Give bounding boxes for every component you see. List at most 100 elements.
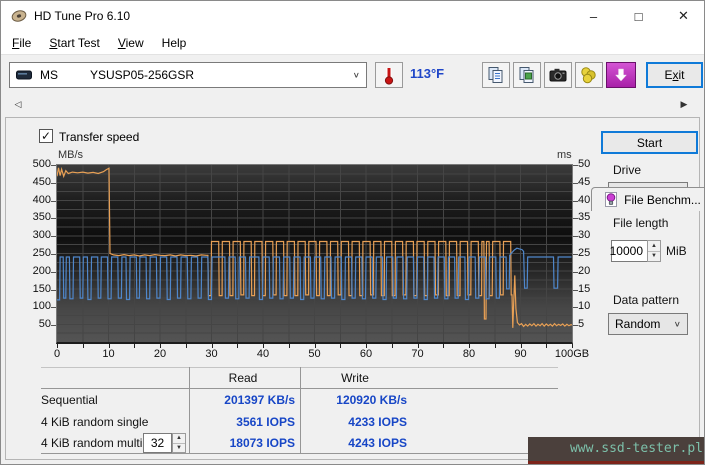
write-column-header: Write bbox=[341, 371, 369, 385]
result-row-label: Sequential bbox=[41, 393, 98, 407]
y-left-tick-mark bbox=[51, 165, 56, 166]
file-length-unit: MiB bbox=[666, 244, 687, 258]
results-divider bbox=[189, 367, 190, 453]
x-tick-label: 10 bbox=[102, 348, 115, 360]
thermometer-icon bbox=[383, 65, 395, 85]
copy-report-icon bbox=[487, 66, 505, 84]
x-tick-mark bbox=[572, 344, 573, 348]
x-tick-mark bbox=[391, 344, 393, 348]
y-left-unit-label: MB/s bbox=[58, 149, 84, 161]
result-read-value: 3561 IOPS bbox=[236, 415, 295, 429]
file-length-spinner[interactable]: ▲ ▼ bbox=[647, 240, 661, 262]
menu-bar: File Start Test View Help bbox=[1, 31, 704, 54]
y-right-tick-mark bbox=[573, 236, 578, 238]
y-right-tick-mark bbox=[573, 307, 578, 309]
chevron-down-icon: ∨ bbox=[673, 319, 681, 329]
x-tick-mark bbox=[340, 344, 342, 348]
x-tick-mark bbox=[494, 344, 496, 348]
x-tick-mark bbox=[469, 344, 470, 348]
triangle-right-icon: ▶ bbox=[680, 98, 688, 109]
x-tick-label: 30 bbox=[205, 348, 218, 360]
toolbar: MS YSUSP05-256GSR ∨ 113°F Exit bbox=[1, 54, 704, 93]
file-length-label: File length bbox=[613, 216, 669, 230]
y-right-tick-label: 30 bbox=[578, 229, 591, 242]
y-left-tick-label: 350 bbox=[32, 211, 51, 224]
results-divider bbox=[300, 367, 301, 453]
exit-button-label: Exit bbox=[664, 68, 685, 82]
drive-model: YSUSP05-256GSR bbox=[90, 68, 195, 82]
data-pattern-value: Random bbox=[615, 317, 661, 331]
tab-scroll-right-button[interactable]: ▶ bbox=[675, 95, 693, 113]
menu-item-view[interactable]: View bbox=[109, 33, 153, 53]
donate-button[interactable] bbox=[575, 62, 603, 88]
watermark: www.ssd-tester.pl bbox=[528, 437, 704, 464]
transfer-speed-checkbox[interactable]: ✓ bbox=[39, 129, 53, 143]
checkmark-icon: ✓ bbox=[40, 129, 52, 143]
file-length-input[interactable]: 10000 bbox=[609, 240, 648, 262]
spinner-up-icon[interactable]: ▲ bbox=[648, 241, 660, 252]
spinner-down-icon[interactable]: ▼ bbox=[173, 444, 185, 453]
tab-scroll-left-button[interactable]: ◁ bbox=[9, 95, 27, 113]
spinner-down-icon[interactable]: ▼ bbox=[648, 252, 660, 262]
y-left-tick-mark bbox=[51, 254, 56, 255]
copy-image-button[interactable] bbox=[513, 62, 541, 88]
x-tick-mark bbox=[263, 344, 264, 348]
y-left-tick-label: 400 bbox=[32, 193, 51, 206]
minimize-button[interactable]: – bbox=[571, 1, 616, 31]
file-length-value: 10000 bbox=[609, 244, 643, 258]
x-tick-label: 20 bbox=[153, 348, 167, 360]
app-disk-icon bbox=[11, 8, 27, 27]
y-right-tick-label: 20 bbox=[578, 264, 591, 277]
bulb-purple-icon bbox=[604, 192, 618, 207]
y-right-tick-label: 15 bbox=[578, 282, 591, 295]
y-right-tick-mark bbox=[573, 200, 578, 202]
y-left-tick-label: 50 bbox=[38, 318, 51, 331]
y-right-tick-label: 5 bbox=[578, 318, 585, 331]
queue-depth-input[interactable]: 32 bbox=[143, 433, 172, 453]
data-pattern-select[interactable]: Random ∨ bbox=[608, 313, 688, 335]
x-tick-mark bbox=[546, 344, 548, 348]
results-divider bbox=[41, 453, 558, 454]
drive-select[interactable]: MS YSUSP05-256GSR ∨ bbox=[9, 62, 367, 88]
screenshot-button[interactable] bbox=[544, 62, 572, 88]
x-tick-label: 70 bbox=[411, 348, 424, 360]
close-icon: ✕ bbox=[678, 8, 689, 23]
y-left-tick-mark bbox=[51, 182, 56, 184]
drive-field-label: Drive bbox=[613, 163, 642, 177]
spinner-up-icon[interactable]: ▲ bbox=[173, 434, 185, 444]
result-write-value: 120920 KB/s bbox=[336, 393, 407, 407]
y-right-tick-mark bbox=[573, 218, 578, 220]
maximize-button[interactable]: □ bbox=[616, 1, 661, 31]
x-tick-mark bbox=[443, 344, 445, 348]
tab-file-benchm[interactable]: File Benchm... bbox=[591, 187, 704, 211]
y-left-tick-mark bbox=[51, 325, 56, 327]
menu-item-help[interactable]: Help bbox=[153, 33, 196, 53]
menu-item-file[interactable]: File bbox=[3, 33, 40, 53]
close-button[interactable]: ✕ bbox=[661, 1, 704, 31]
transfer-speed-plot bbox=[56, 164, 573, 344]
y-left-tick-mark bbox=[51, 307, 56, 309]
y-left-tick-label: 450 bbox=[32, 175, 51, 188]
start-button[interactable]: Start bbox=[601, 131, 698, 154]
x-tick-mark bbox=[314, 344, 316, 348]
y-left-tick-label: 200 bbox=[32, 264, 51, 277]
queue-depth-spinner[interactable]: ▲ ▼ bbox=[172, 433, 186, 453]
exit-button[interactable]: Exit bbox=[646, 62, 703, 88]
y-right-tick-mark bbox=[573, 325, 578, 327]
coins-icon bbox=[580, 66, 598, 84]
copy-report-button[interactable] bbox=[482, 62, 510, 88]
y-right-tick-mark bbox=[573, 182, 578, 184]
x-tick-label: 60 bbox=[359, 348, 373, 360]
drive-disk-icon bbox=[16, 69, 32, 81]
result-write-value: 4243 IOPS bbox=[348, 436, 407, 450]
x-tick-mark bbox=[520, 344, 522, 348]
start-button-label: Start bbox=[636, 135, 663, 150]
y-left-tick-mark bbox=[51, 236, 56, 238]
data-pattern-label: Data pattern bbox=[613, 293, 680, 307]
chevron-down-icon: ∨ bbox=[352, 70, 360, 80]
menu-item-start-test[interactable]: Start Test bbox=[40, 33, 108, 53]
camera-icon bbox=[549, 68, 567, 82]
save-results-button[interactable] bbox=[606, 62, 636, 88]
temperature-button[interactable] bbox=[375, 62, 403, 88]
y-right-tick-mark bbox=[573, 271, 578, 273]
